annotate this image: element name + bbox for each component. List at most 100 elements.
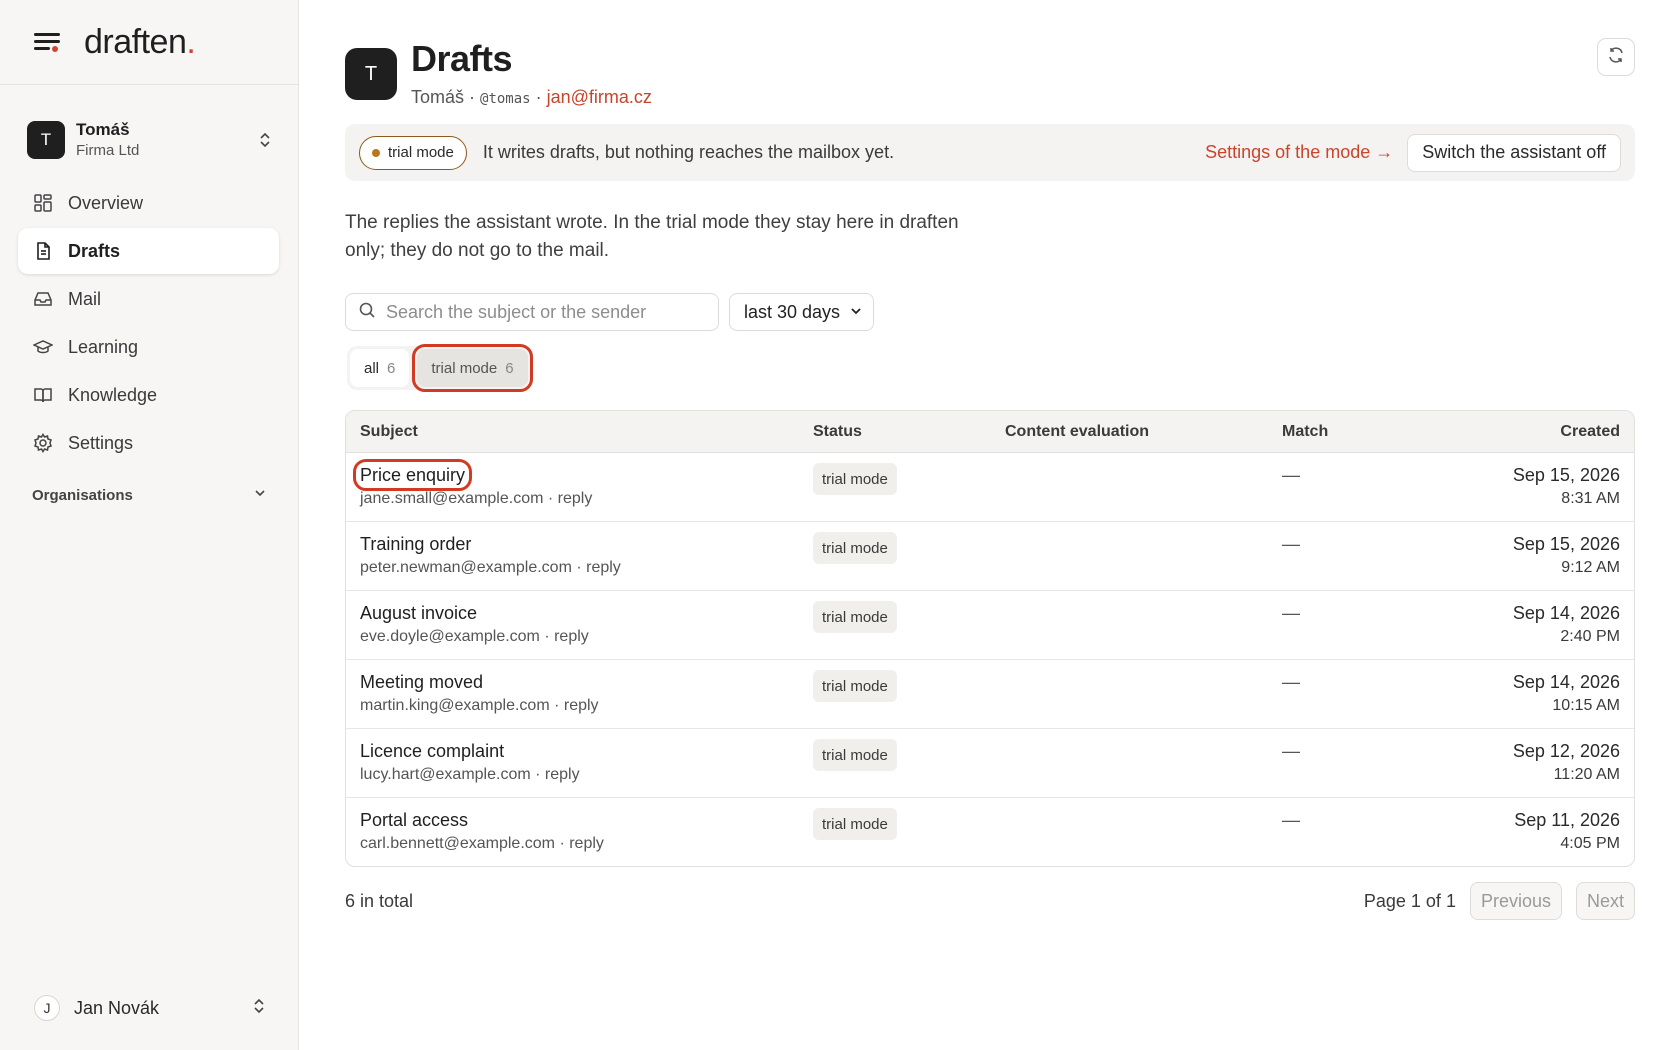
draft-sender: jane.small@example.com · reply: [360, 490, 593, 507]
org-switcher[interactable]: T Tomáš Firma Ltd: [27, 115, 273, 165]
status-badge: trial mode: [813, 601, 897, 633]
sidebar-nav: Overview Drafts Mail Learning Knowledge: [18, 180, 279, 468]
grid-icon: [33, 193, 53, 213]
draft-sender: peter.newman@example.com · reply: [360, 559, 621, 576]
match-value: —: [1282, 603, 1300, 623]
draft-subject-link[interactable]: Licence complaint: [360, 740, 504, 762]
table-header: Subject Status Content evaluation Match …: [346, 411, 1634, 453]
draft-sender: martin.king@example.com · reply: [360, 697, 599, 714]
account-handle: @tomas: [480, 91, 531, 107]
draft-subject-link[interactable]: Price enquiry: [352, 459, 473, 491]
created-time: 10:15 AM: [1552, 697, 1620, 714]
page-title: Drafts: [411, 38, 513, 79]
status-dot-icon: [372, 148, 380, 157]
draft-subject-link[interactable]: August invoice: [360, 602, 477, 624]
status-badge: trial mode: [813, 739, 897, 771]
account-avatar: T: [345, 48, 397, 100]
match-value: —: [1282, 741, 1300, 761]
refresh-button[interactable]: [1597, 38, 1635, 76]
sidebar-item-settings[interactable]: Settings: [18, 420, 279, 466]
account-email-link[interactable]: jan@firma.cz: [547, 87, 652, 107]
status-badge: trial mode: [813, 808, 897, 840]
tab-trial-count: 6: [505, 359, 514, 377]
refresh-icon: [1607, 46, 1625, 69]
page-header: T Drafts Tomáš · @tomas · jan@firma.cz: [345, 38, 652, 112]
match-value: —: [1282, 465, 1300, 485]
table-row[interactable]: Price enquiry jane.small@example.com · re…: [346, 453, 1634, 522]
draft-sender: lucy.hart@example.com · reply: [360, 766, 580, 783]
main-content: T Drafts Tomáš · @tomas · jan@firma.cz t…: [345, 0, 1635, 1050]
match-value: —: [1282, 810, 1300, 830]
menu-icon[interactable]: [34, 31, 60, 53]
date-range-select[interactable]: last 30 days: [729, 293, 874, 331]
column-match[interactable]: Match: [1282, 411, 1422, 453]
switch-assistant-off-button[interactable]: Switch the assistant off: [1407, 133, 1621, 172]
intro-text: The replies the assistant wrote. In the …: [345, 212, 959, 261]
user-switcher[interactable]: J Jan Novák: [34, 992, 267, 1024]
previous-page-button[interactable]: Previous: [1469, 882, 1562, 920]
created-time: 8:31 AM: [1561, 490, 1620, 507]
org-avatar: T: [27, 121, 65, 159]
draft-subject-link[interactable]: Training order: [360, 533, 471, 555]
org-company: Firma Ltd: [76, 142, 140, 159]
drafts-table: Subject Status Content evaluation Match …: [345, 410, 1635, 867]
search-field[interactable]: [345, 293, 719, 331]
org-name: Tomáš: [76, 120, 130, 139]
next-page-button[interactable]: Next: [1575, 882, 1635, 920]
sidebar-item-label: Learning: [68, 336, 139, 357]
brand-bar: draften.: [0, 0, 298, 85]
created-date: Sep 14, 2026: [1512, 603, 1620, 623]
draft-subject-link[interactable]: Meeting moved: [360, 671, 483, 693]
chevron-down-icon: [849, 302, 863, 323]
created-time: 4:05 PM: [1560, 835, 1620, 852]
sidebar-item-knowledge[interactable]: Knowledge: [18, 372, 279, 418]
graduation-cap-icon: [33, 337, 53, 357]
tab-all[interactable]: all 6: [350, 349, 410, 387]
brand-logo: draften.: [84, 22, 196, 61]
document-icon: [33, 241, 53, 261]
sidebar-item-overview[interactable]: Overview: [18, 180, 279, 226]
status-badge: trial mode: [813, 670, 897, 702]
table-row[interactable]: Licence complaint lucy.hart@example.com ·…: [346, 729, 1634, 798]
table-row[interactable]: Portal access carl.bennett@example.com · …: [346, 798, 1634, 866]
created-date: Sep 12, 2026: [1512, 741, 1620, 761]
status-badge: trial mode: [813, 532, 897, 564]
search-input[interactable]: [386, 301, 706, 323]
mode-settings-link[interactable]: Settings of the mode →: [1205, 142, 1393, 163]
tab-trial-mode[interactable]: trial mode 6: [412, 344, 533, 392]
column-status[interactable]: Status: [813, 411, 1005, 453]
draft-sender: eve.doyle@example.com · reply: [360, 628, 589, 645]
column-content-evaluation[interactable]: Content evaluation: [1005, 411, 1282, 453]
table-row[interactable]: Meeting moved martin.king@example.com · r…: [346, 660, 1634, 729]
table-row[interactable]: Training order peter.newman@example.com ·…: [346, 522, 1634, 591]
sidebar-item-drafts[interactable]: Drafts: [18, 228, 279, 274]
inbox-icon: [33, 289, 53, 309]
table-footer: 6 in total Page 1 of 1 Previous Next: [345, 882, 1635, 920]
chevron-down-icon: [253, 486, 267, 504]
sidebar-item-label: Drafts: [68, 240, 121, 261]
column-subject[interactable]: Subject: [346, 411, 813, 453]
created-date: Sep 14, 2026: [1512, 672, 1620, 692]
sidebar: draften. T Tomáš Firma Ltd Overview Draf…: [0, 0, 299, 1050]
sidebar-item-mail[interactable]: Mail: [18, 276, 279, 322]
table-row[interactable]: August invoice eve.doyle@example.com · re…: [346, 591, 1634, 660]
status-badge: trial mode: [813, 463, 897, 495]
organisations-label: Organisations: [32, 486, 133, 504]
tab-all-count: 6: [387, 359, 396, 377]
user-name: Jan Novák: [74, 997, 160, 1018]
sidebar-item-label: Settings: [68, 432, 134, 453]
book-icon: [33, 385, 53, 405]
organisations-toggle[interactable]: Organisations: [32, 486, 267, 504]
search-icon: [358, 301, 376, 324]
sidebar-item-learning[interactable]: Learning: [18, 324, 279, 370]
column-created[interactable]: Created: [1422, 411, 1634, 453]
chevron-up-down-icon: [257, 130, 273, 150]
trial-mode-pill: trial mode: [359, 135, 467, 170]
created-date: Sep 15, 2026: [1512, 534, 1620, 554]
sidebar-item-label: Mail: [68, 288, 102, 309]
draft-subject-link[interactable]: Portal access: [360, 809, 468, 831]
created-time: 2:40 PM: [1560, 628, 1620, 645]
trial-mode-banner: trial mode It writes drafts, but nothing…: [345, 124, 1635, 181]
filter-tabs: all 6 trial mode 6: [347, 344, 533, 392]
date-range-value: last 30 days: [744, 301, 841, 322]
